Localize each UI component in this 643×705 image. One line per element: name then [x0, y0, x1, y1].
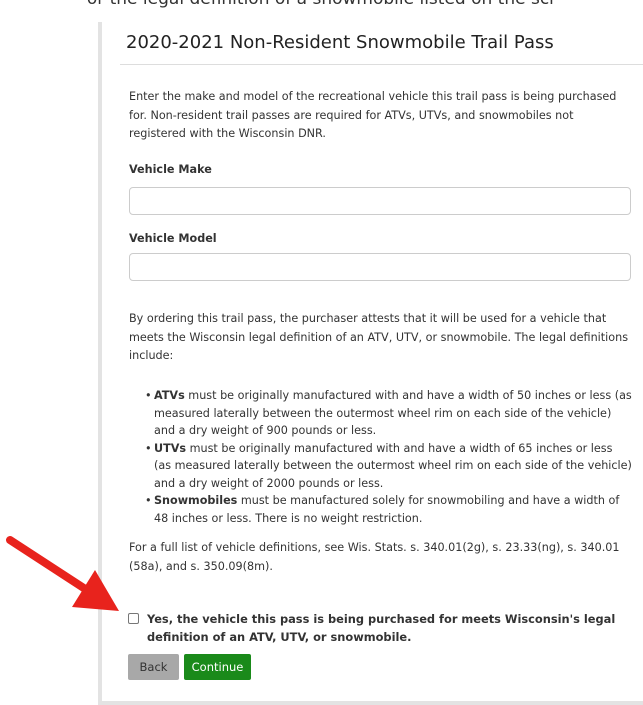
- bullet-icon: •: [145, 389, 152, 402]
- continue-button[interactable]: Continue: [184, 654, 251, 680]
- definition-term-atv: ATVs: [154, 389, 185, 402]
- cropped-heading-text: or the legal definition of a snowmobile …: [0, 0, 643, 9]
- intro-text: Enter the make and model of the recreati…: [129, 90, 617, 140]
- vehicle-model-label: Vehicle Model: [129, 232, 217, 245]
- trail-pass-form: 2020-2021 Non-Resident Snowmobile Trail …: [98, 22, 643, 705]
- bullet-icon: •: [145, 441, 152, 455]
- definition-term-snowmobile: Snowmobiles: [154, 494, 238, 507]
- list-item: • ATVs must be originally manufactured w…: [129, 387, 633, 440]
- list-item: • Snowmobiles must be manufactured solel…: [129, 492, 633, 527]
- title-divider: [120, 64, 643, 65]
- definition-text-utv: must be originally manufactured with and…: [154, 441, 632, 490]
- back-button[interactable]: Back: [128, 654, 179, 680]
- attestation-text: By ordering this trail pass, the purchas…: [129, 312, 629, 362]
- statutes-text: For a full list of vehicle definitions, …: [129, 541, 620, 573]
- attestation-checkbox[interactable]: [128, 613, 139, 624]
- page-title: 2020-2021 Non-Resident Snowmobile Trail …: [126, 32, 554, 53]
- attestation-checkbox-label[interactable]: Yes, the vehicle this pass is being purc…: [147, 610, 627, 646]
- definitions-list: • ATVs must be originally manufactured w…: [129, 387, 633, 527]
- vehicle-make-label: Vehicle Make: [129, 163, 212, 176]
- arrow-shaft: [6, 536, 100, 600]
- definition-text-atv: must be originally manufactured with and…: [154, 389, 632, 437]
- bullet-icon: •: [145, 494, 152, 507]
- list-item: • UTVs must be originally manufactured w…: [129, 440, 633, 493]
- vehicle-make-input[interactable]: [129, 187, 631, 215]
- vehicle-model-input[interactable]: [129, 253, 631, 281]
- definition-term-utv: UTVs: [154, 441, 187, 455]
